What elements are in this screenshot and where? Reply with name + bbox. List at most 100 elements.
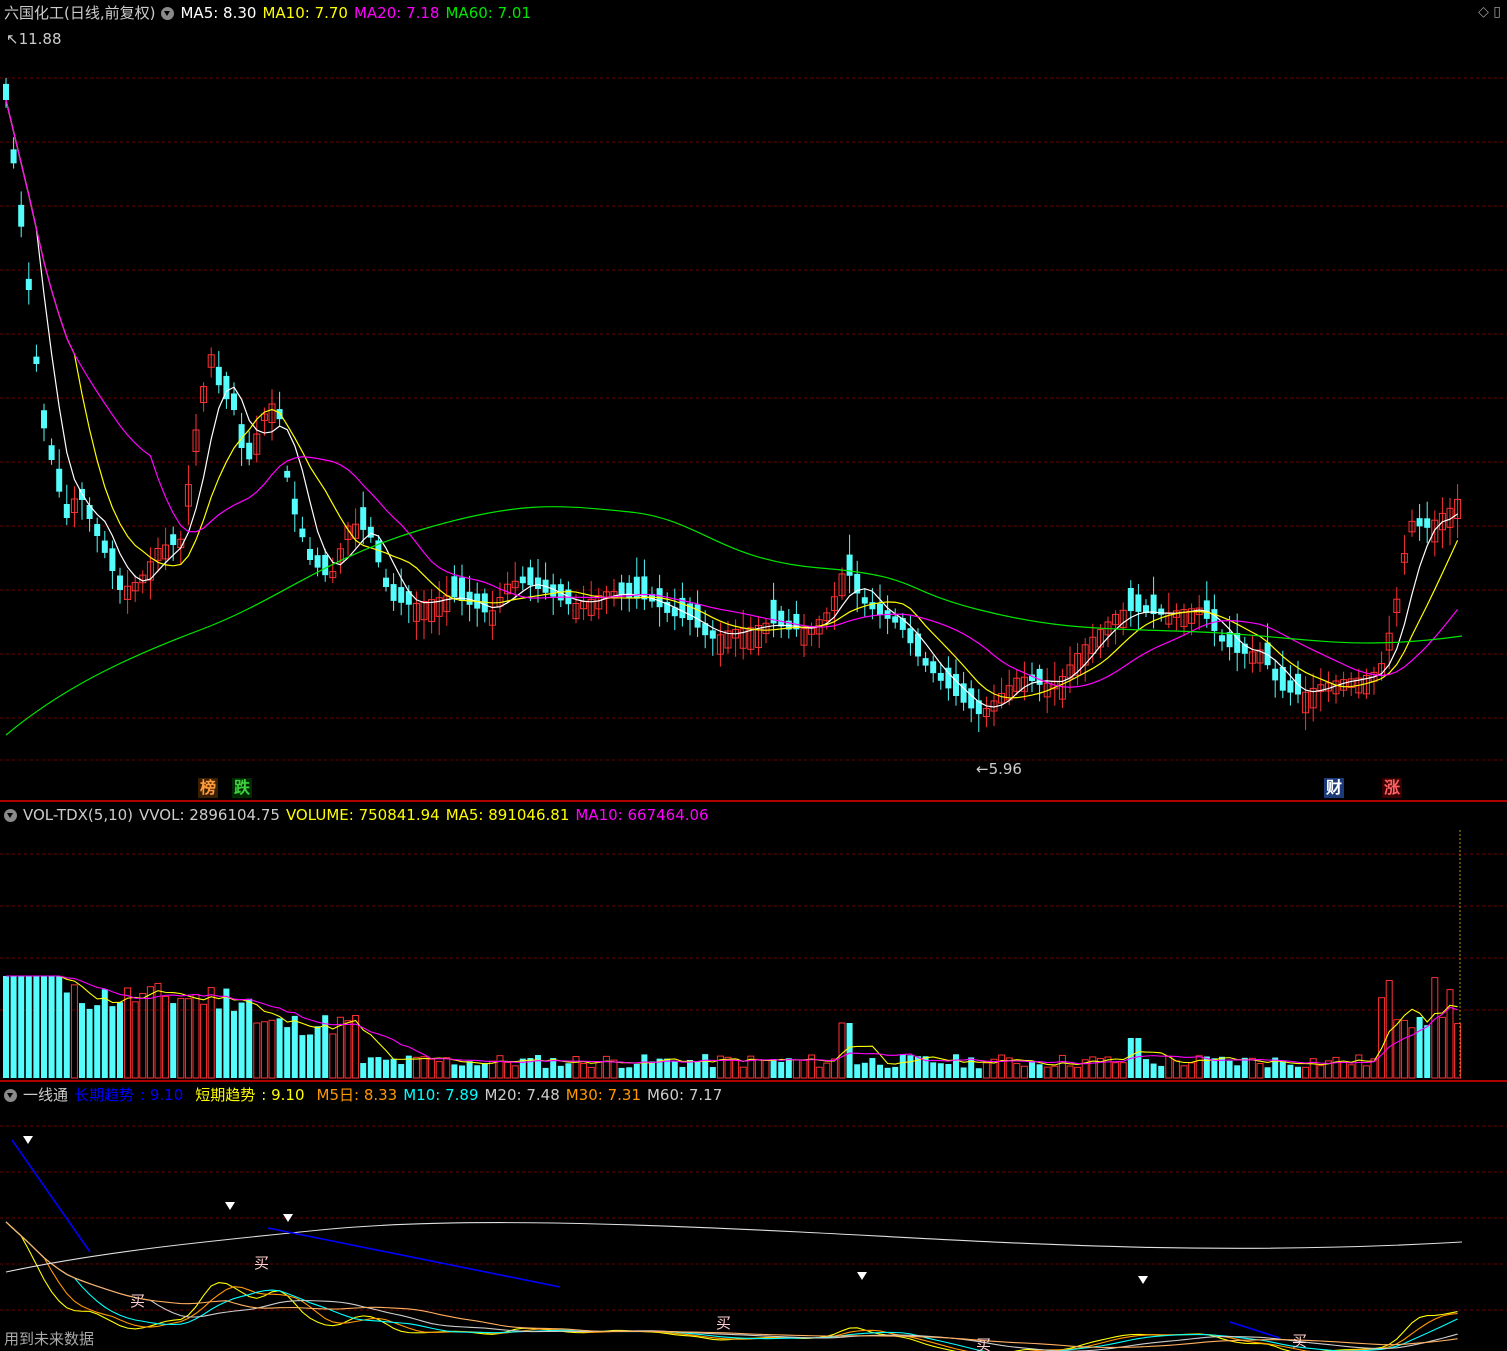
diamond-icon[interactable]: ◇ ▯ [1478, 4, 1501, 20]
volume-bar [1295, 1066, 1301, 1078]
volume-bar [1211, 1058, 1218, 1078]
badge-cai[interactable]: 财 [1324, 778, 1345, 798]
volume-bar [299, 1035, 306, 1078]
m5-label: M5日: 8.33 [316, 1086, 398, 1104]
volume-bar [109, 1006, 116, 1078]
volume-bar [580, 1062, 588, 1079]
badge-bang[interactable]: 榜 [198, 778, 219, 798]
candle-body [451, 576, 458, 598]
volume-bar [1119, 1062, 1127, 1079]
volume-bar [268, 1019, 276, 1079]
volume-bar [284, 1027, 291, 1078]
badge-die[interactable]: 跌 [232, 778, 253, 798]
volume-bar [823, 1062, 831, 1079]
volume-bar [398, 1064, 405, 1078]
buy-marker: 买 [976, 1336, 992, 1351]
volume-bar [170, 1003, 177, 1078]
volume-bar [1332, 1056, 1340, 1079]
volume-bar [649, 1061, 655, 1078]
candlestick-chart[interactable] [0, 0, 1507, 800]
ma60-line [5, 506, 1463, 736]
volume-bar [428, 1058, 436, 1079]
ma60-label: MA60: 7.01 [445, 4, 531, 22]
candle-body [892, 616, 899, 623]
volume-bar [1438, 1016, 1446, 1079]
volume-bar [877, 1064, 883, 1078]
volume-bar [1347, 1064, 1355, 1079]
volume-bar [1424, 1025, 1431, 1078]
candle-body [709, 630, 716, 639]
indicator-header: 一线通 长期趋势: 9.10 短期趋势: 9.10 M5日: 8.33 M10: 7.8… [4, 1084, 728, 1106]
collapse-icon[interactable] [161, 7, 175, 20]
candle-body [519, 576, 526, 584]
volume-bar [466, 1061, 473, 1078]
volume-bar [70, 984, 78, 1079]
collapse-icon[interactable] [4, 809, 17, 822]
sell-arrow-icon [23, 1136, 33, 1144]
candle-body [215, 366, 222, 386]
volume-bar [572, 1056, 580, 1079]
volume-bar [884, 1067, 891, 1078]
volume-bar [1112, 1062, 1120, 1079]
volume-panel[interactable]: VOL-TDX(5,10) VVOL: 2896104.75 VOLUME: 750… [0, 802, 1507, 1080]
volume-bar [838, 1022, 846, 1079]
ma20-label: MA20: 7.18 [353, 4, 440, 22]
volume-bar [231, 1010, 237, 1078]
volume-bar [291, 1015, 298, 1078]
collapse-icon[interactable] [4, 1089, 17, 1102]
volume-bar [1089, 1056, 1097, 1079]
volume-bar [117, 1002, 123, 1078]
volume-bar [633, 1063, 640, 1078]
volume-bar [276, 1018, 283, 1078]
price-panel[interactable]: 六国化工(日线,前复权) MA5: 8.30 MA10: 7.70 MA20: 7.1… [0, 0, 1507, 800]
volume-bar [1195, 1055, 1203, 1079]
volume-bar [56, 976, 63, 1078]
volume-bar [754, 1059, 762, 1079]
candle-body [291, 498, 298, 515]
volume-bar [968, 1057, 975, 1078]
candle-body [398, 587, 405, 603]
short-trend: 短期趋势: 9.10 [195, 1086, 305, 1104]
volume-bar [1066, 1065, 1074, 1079]
volume-bar [535, 1055, 541, 1078]
candle-body [284, 470, 291, 478]
volume-bar [459, 1065, 465, 1078]
volume-bar [307, 1034, 313, 1078]
candle-body [33, 356, 40, 364]
indicator-panel[interactable]: 一线通 长期趋势: 9.10 短期趋势: 9.10 M5日: 8.33 M10: 7.8… [0, 1082, 1507, 1351]
candle-body [618, 582, 625, 595]
badge-zhang[interactable]: 涨 [1382, 778, 1403, 798]
volume-bar [63, 992, 70, 1078]
volume-bar [1074, 1066, 1082, 1079]
volume-bar [960, 1067, 967, 1078]
long-trend: 长期趋势: 9.10 [74, 1086, 184, 1104]
candle-body [322, 554, 329, 576]
volume-bar [1150, 1063, 1157, 1078]
volume-bar [496, 1055, 504, 1079]
volume-bar [162, 995, 170, 1079]
volume-bar [892, 1066, 899, 1078]
volume-bar [1188, 1062, 1196, 1079]
volume-bar [200, 1003, 208, 1079]
volume-bar [869, 1058, 876, 1078]
m5-line [5, 1221, 1458, 1351]
volume-bar [1256, 1063, 1264, 1079]
volume-bar [785, 1058, 792, 1078]
candle-body [1127, 588, 1134, 612]
footer-note: 用到未来数据 [4, 1330, 95, 1348]
volume-bar [390, 1058, 397, 1078]
ma5-label: MA5: 8.30 [180, 4, 257, 22]
volume-bar [33, 976, 40, 1078]
volume-chart[interactable] [0, 802, 1507, 1080]
candle-body [1219, 635, 1225, 642]
candle-body [390, 584, 397, 601]
volume-bar [687, 1059, 693, 1078]
volume-bar [238, 1002, 245, 1078]
m60-line [5, 1222, 1463, 1273]
volume-bar [1020, 1065, 1028, 1079]
indicator-chart[interactable] [0, 1082, 1507, 1351]
volume-bar [124, 987, 132, 1079]
candle-body [846, 554, 853, 576]
volume-bar [86, 1008, 93, 1078]
volume-bar [215, 1008, 222, 1078]
